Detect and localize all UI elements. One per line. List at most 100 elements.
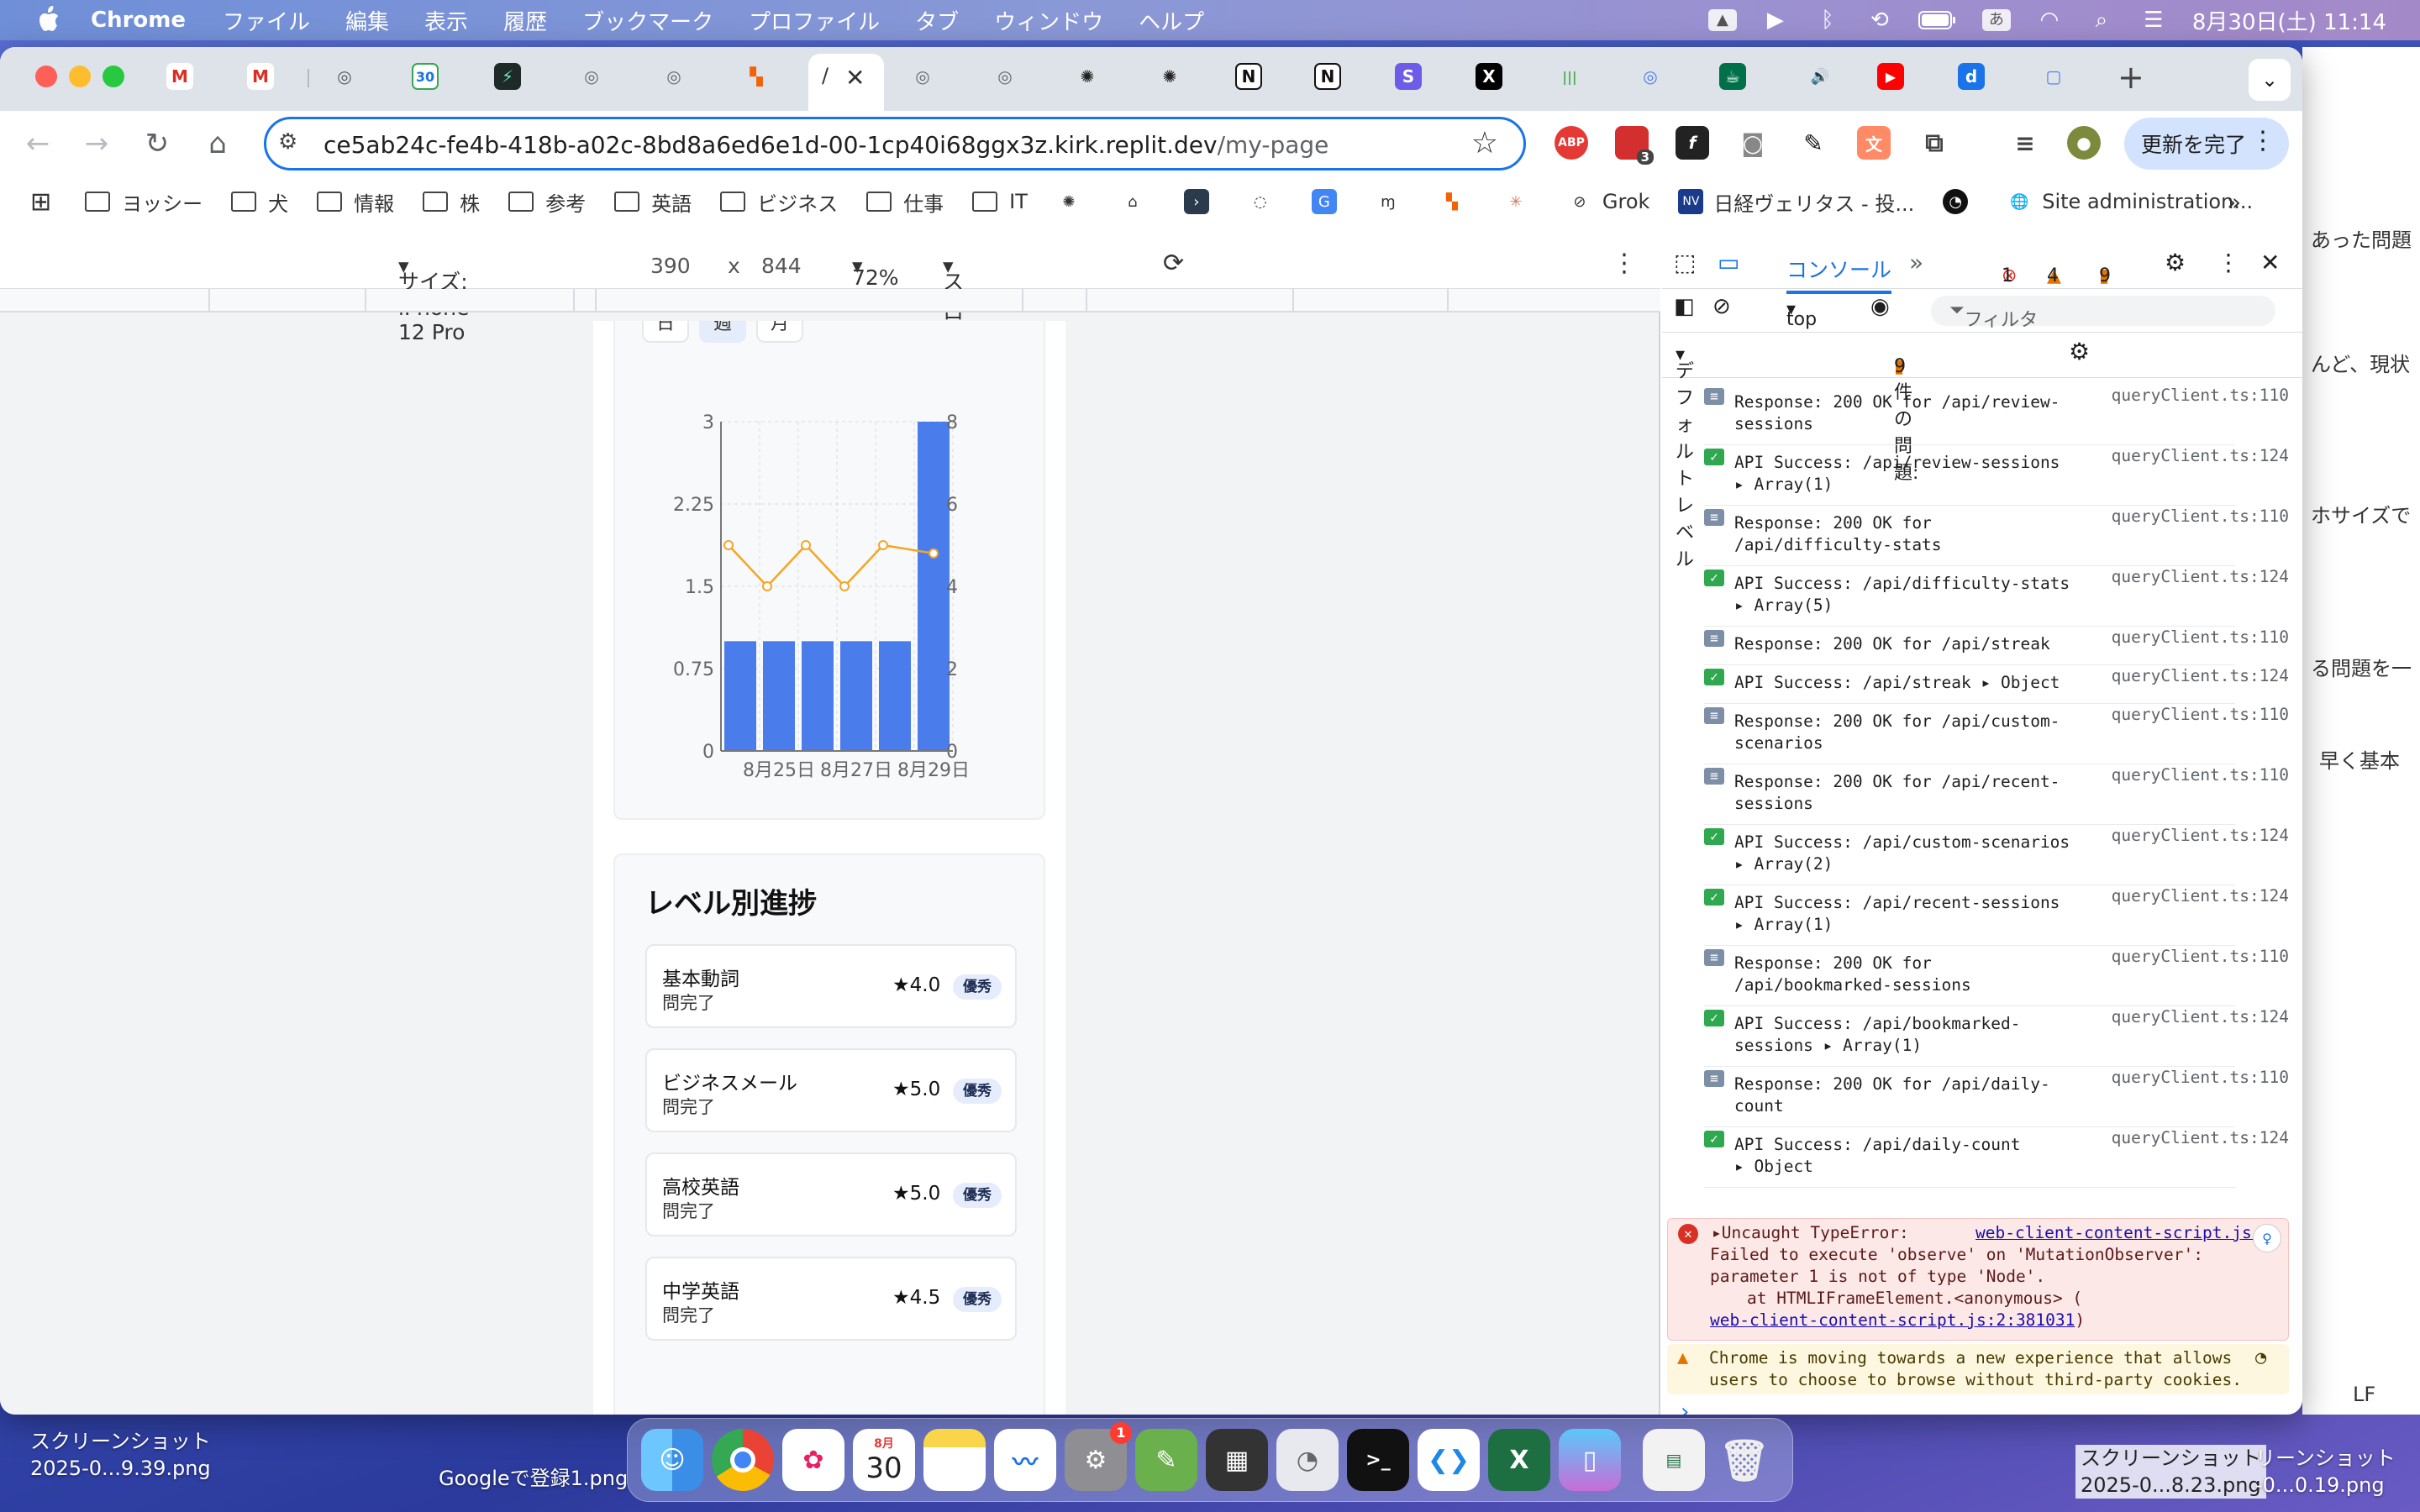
bookmark-app-4[interactable]: ◔ xyxy=(1943,189,1978,214)
tab-x[interactable]: X xyxy=(1476,63,1502,90)
device-toggle-icon[interactable]: ▭ xyxy=(1718,249,1739,276)
bookmark-star-icon[interactable]: ☆ xyxy=(1471,126,1498,160)
console-log-entry[interactable]: ≡ Response: 200 OK for /api/streak queryCl… xyxy=(1704,627,2289,665)
close-tab-icon[interactable]: ✕ xyxy=(845,64,865,92)
tab-gmail-2[interactable]: M xyxy=(247,63,274,90)
apple-icon[interactable] xyxy=(34,6,62,34)
finder-icon[interactable]: ☺ xyxy=(641,1429,703,1491)
devtools-menu-icon[interactable]: ⋮ xyxy=(2217,249,2240,276)
tab-console[interactable]: コンソール xyxy=(1786,254,1892,294)
tab-generic-3[interactable]: ◎ xyxy=(660,63,687,90)
level-item[interactable]: 高校英語 問完了 ★5.0 優秀 xyxy=(645,1152,1017,1236)
log-expandable-object[interactable]: ▸ Array(1) xyxy=(1704,914,2235,936)
log-source-link[interactable]: queryClient.ts:124 xyxy=(2112,445,2289,467)
console-log-entry[interactable]: ✓ API Success: /api/custom-scenarios ▸ Arr… xyxy=(1704,825,2289,885)
tab-bolt[interactable]: ⚡ xyxy=(494,63,521,90)
menu-tab[interactable]: タブ xyxy=(915,5,959,36)
log-expandable-object[interactable]: ▸ Array(5) xyxy=(1704,595,2235,617)
bookmark-folder[interactable]: ビジネス xyxy=(720,187,838,217)
camera-extension-icon[interactable]: ◙ xyxy=(1736,126,1770,160)
minimize-window-button[interactable] xyxy=(69,66,91,87)
bookmark-folder[interactable]: 犬 xyxy=(231,187,288,217)
log-expandable-object[interactable]: ▸ Array(2) xyxy=(1704,853,2235,875)
log-source-link[interactable]: queryClient.ts:110 xyxy=(2112,946,2289,968)
apps-grid-icon[interactable]: ⊞ xyxy=(30,187,51,217)
error-title[interactable]: ▸Uncaught TypeError: xyxy=(1712,1222,1909,1244)
console-log-entry[interactable]: ≡ Response: 200 OK for /api/review-sessio… xyxy=(1704,385,2289,445)
tab-youtube[interactable]: ▶ xyxy=(1877,63,1904,90)
tab-calendar[interactable]: 30 xyxy=(412,63,439,90)
menu-window[interactable]: ウィンドウ xyxy=(994,5,1103,36)
log-source-link[interactable]: queryClient.ts:110 xyxy=(2112,627,2289,648)
calendar-icon[interactable]: 8月 30 xyxy=(853,1429,915,1491)
adblock-extension-icon[interactable]: ABP xyxy=(1555,126,1588,160)
input-method-indicator[interactable]: あ xyxy=(1981,9,2011,31)
tab-generic-4[interactable]: ◎ xyxy=(909,63,936,90)
battery-icon[interactable] xyxy=(1918,8,1957,32)
forward-arrow-icon[interactable]: → xyxy=(76,123,118,165)
zoom-select[interactable]: 72% ▾ xyxy=(852,254,899,290)
console-prompt[interactable]: › xyxy=(1681,1399,1689,1415)
bookmark-folder[interactable]: 参考 xyxy=(508,187,586,217)
log-source-link[interactable]: queryClient.ts:124 xyxy=(2112,825,2289,847)
log-expandable-object[interactable]: ▸ Object xyxy=(1704,1156,2235,1178)
bookmark-folder[interactable]: 英語 xyxy=(614,187,692,217)
calendar-extension-icon[interactable]: 3 xyxy=(1615,126,1654,165)
log-source-link[interactable]: queryClient.ts:124 xyxy=(2112,665,2289,687)
log-source-link[interactable]: queryClient.ts:110 xyxy=(2112,704,2289,726)
desktop-file-label[interactable]: リーンショット -0...0.19.png xyxy=(2255,1445,2396,1499)
bookmark-home[interactable]: ⌂ xyxy=(1120,189,1155,214)
tab-generic-6[interactable]: ◎ xyxy=(1637,63,1664,90)
tab-search-chevron-icon[interactable]: ⌄ xyxy=(2249,59,2291,101)
address-bar[interactable]: ⚙ ce5ab24c-fe4b-418b-a02c-8bd8a6ed6e1d-0… xyxy=(264,117,1526,171)
chrome-icon[interactable] xyxy=(712,1429,774,1491)
devtools-close-icon[interactable]: ✕ xyxy=(2260,249,2280,276)
menubar-clock[interactable]: 8月30日(土) 11:14 xyxy=(2192,5,2386,36)
system-settings-icon[interactable]: ⚙ 1 xyxy=(1065,1422,1132,1491)
back-arrow-icon[interactable]: ← xyxy=(17,123,59,165)
extensions-puzzle-icon[interactable]: ⧉ xyxy=(1918,126,1951,160)
log-source-link[interactable]: queryClient.ts:124 xyxy=(2112,566,2289,588)
more-bookmarks-icon[interactable]: » xyxy=(2227,188,2241,216)
level-item[interactable]: 中学英語 問完了 ★4.5 優秀 xyxy=(645,1257,1017,1341)
cookie-icon[interactable]: ◔ xyxy=(2255,1347,2266,1369)
eyedropper-extension-icon[interactable]: ✎ xyxy=(1797,126,1830,160)
console-log-entry[interactable]: ≡ Response: 200 OK for /api/bookmarked-se… xyxy=(1704,946,2289,1006)
excel-icon[interactable]: X xyxy=(1488,1429,1550,1491)
log-source-link[interactable]: queryClient.ts:110 xyxy=(2112,764,2289,786)
context-select[interactable]: top ▾ xyxy=(1786,299,1817,330)
bookmark-site-admin[interactable]: 🌐 Site administration... xyxy=(2007,189,2253,214)
menu-edit[interactable]: 編集 xyxy=(345,5,389,36)
close-window-button[interactable] xyxy=(35,66,57,87)
freeform-icon[interactable]: 〰 xyxy=(994,1429,1056,1491)
script-editor-icon[interactable]: ✎ xyxy=(1135,1429,1197,1491)
vscode-icon[interactable]: ❮❯ xyxy=(1418,1429,1480,1491)
calculator-icon[interactable]: ▦ xyxy=(1206,1429,1268,1491)
devtools-settings-icon[interactable]: ⚙ xyxy=(2165,249,2186,276)
terminal-icon[interactable]: >_ xyxy=(1347,1429,1409,1491)
log-source-link[interactable]: queryClient.ts:110 xyxy=(2112,1067,2289,1089)
bookmark-folder[interactable]: IT xyxy=(972,190,1028,213)
console-settings-icon[interactable]: ⚙ xyxy=(2069,338,2090,365)
formula-extension-icon[interactable]: f xyxy=(1676,126,1709,160)
photos-icon[interactable]: ✿ xyxy=(782,1429,844,1491)
log-source-link[interactable]: queryClient.ts:110 xyxy=(2112,506,2289,528)
bookmark-grok[interactable]: ⊘ Grok xyxy=(1567,189,1649,214)
sidebar-toggle-icon[interactable]: ◧ xyxy=(1674,294,1695,319)
reload-icon[interactable]: ↻ xyxy=(136,123,178,165)
tab-chatgpt-2[interactable]: ✺ xyxy=(1156,63,1183,90)
log-source-link[interactable]: queryClient.ts:110 xyxy=(2112,385,2289,407)
bookmark-folder[interactable]: 株 xyxy=(423,187,480,217)
tab-gmail-1[interactable]: M xyxy=(166,63,193,90)
desktop-file-label[interactable]: スクリーンショット 2025-0...9.39.png xyxy=(30,1428,211,1482)
spotlight-search-icon[interactable]: ⌕ xyxy=(2088,8,2115,33)
tab-chatgpt-1[interactable]: ✺ xyxy=(1074,63,1101,90)
device-more-icon[interactable]: ⋮ xyxy=(1612,249,1637,278)
console-log-entry[interactable]: ≡ Response: 200 OK for /api/recent-sessio… xyxy=(1704,764,2289,825)
tab-notion-1[interactable]: N xyxy=(1235,63,1262,90)
screen-record-icon[interactable]: ▲ xyxy=(1707,9,1737,31)
bluetooth-icon[interactable]: ᛒ xyxy=(1814,8,1841,33)
device-width-input[interactable]: 390 xyxy=(650,254,691,278)
desktop-file-label[interactable]: スクリーンショット 2025-0...8.23.png xyxy=(2075,1445,2266,1499)
device-select[interactable]: サイズ: iPhone 12 Pro ▾ xyxy=(398,254,469,344)
